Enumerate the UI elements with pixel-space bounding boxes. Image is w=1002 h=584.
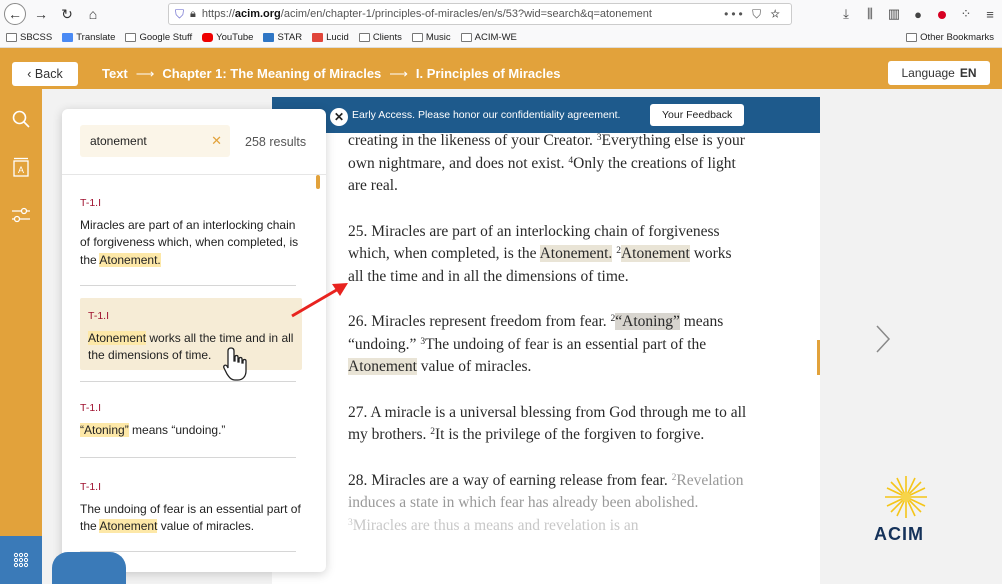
acim-logo: ACIM	[872, 474, 942, 549]
search-result-active[interactable]: T-1.I Atonement works all the time and i…	[80, 298, 302, 370]
browser-home-icon[interactable]: ⌂	[82, 3, 104, 25]
divider	[62, 174, 326, 175]
highlight-atonement[interactable]: Atonement.	[539, 245, 613, 262]
star-icon	[263, 33, 275, 42]
logo-text: ACIM	[874, 524, 924, 544]
library-icon[interactable]: ⫼	[858, 6, 882, 22]
paragraph-28: 28. Miracles are a way of earning releas…	[348, 471, 744, 534]
breadcrumb-text[interactable]: Text	[102, 66, 128, 81]
breadcrumb-section[interactable]: I. Principles of Miracles	[416, 66, 561, 81]
chevron-left-icon: ‹	[27, 66, 35, 81]
results-scrollbar[interactable]	[316, 175, 320, 189]
browser-forward-icon[interactable]: →	[30, 3, 52, 25]
page-actions-icon[interactable]: ••• ⛉ ☆	[724, 7, 783, 22]
divider	[80, 285, 296, 286]
downloads-icon[interactable]: ⤓	[834, 6, 858, 22]
reading-text: creating in the likeness of your Creator…	[348, 130, 748, 560]
feedback-button[interactable]: Your Feedback	[650, 104, 745, 126]
breadcrumb-chapter[interactable]: Chapter 1: The Meaning of Miracles	[162, 66, 381, 81]
lock-icon[interactable]: 🔒︎	[190, 8, 196, 21]
bookmarks-bar: SBCSS Translate Google Stuff YouTube STA…	[0, 28, 1002, 48]
bookmark-star[interactable]: STAR	[263, 32, 302, 43]
bookmark-music[interactable]: Music	[411, 32, 451, 43]
bookmark-translate[interactable]: Translate	[62, 32, 115, 43]
paragraph-25: 25. Miracles are part of an interlocking…	[348, 222, 732, 285]
arrow-right-icon: ⟶	[389, 65, 408, 81]
search-panel: atonement ✕ 258 results T-1.I Miracles a…	[62, 109, 326, 572]
paragraph-26: 26. Miracles represent freedom from fear…	[348, 313, 724, 375]
back-button[interactable]: ‹ Back	[12, 61, 78, 86]
folder-icon	[358, 33, 370, 42]
reading-scroll-indicator[interactable]	[817, 340, 820, 375]
url-bar[interactable]: ⛉ 🔒︎ https://acim.org/acim/en/chapter-1/…	[168, 3, 792, 25]
annotation-arrow-icon	[291, 283, 348, 318]
browser-toolbar: ← → ↻ ⌂ ⛉ 🔒︎ https://acim.org/acim/en/ch…	[0, 0, 1002, 28]
left-rail: A	[0, 89, 42, 584]
bookmark-sbcss[interactable]: SBCSS	[6, 32, 52, 43]
results-count: 258 results	[245, 135, 307, 149]
folder-icon	[460, 33, 472, 42]
clear-search-icon[interactable]: ✕	[211, 133, 222, 149]
search-result[interactable]: T-1.I “Atoning” means “undoing.”	[80, 400, 302, 439]
url-text: https://acim.org/acim/en/chapter-1/princ…	[201, 8, 652, 20]
divider	[80, 381, 296, 382]
folder-icon	[6, 33, 17, 42]
language-button[interactable]: Language EN	[888, 61, 990, 85]
youtube-icon	[202, 33, 214, 42]
sidebar-icon[interactable]: ▥	[882, 6, 906, 22]
search-result[interactable]: T-1.I The undoing of fear is an essentia…	[80, 479, 302, 536]
bookmark-lucid[interactable]: Lucid	[312, 32, 349, 43]
highlight-atonement[interactable]: Atonement	[348, 358, 417, 375]
arrow-right-icon: ⟶	[135, 65, 155, 81]
font-size-icon[interactable]: A	[9, 155, 33, 179]
app-header: ‹ Back Text ⟶ Chapter 1: The Meaning of Mi…	[0, 58, 1002, 89]
banner-message: Early Access. Please honor our confident…	[352, 109, 621, 121]
bookmark-other[interactable]: Other Bookmarks	[906, 32, 994, 43]
search-icon[interactable]	[9, 107, 33, 131]
folder-icon	[906, 33, 918, 42]
browser-back-icon[interactable]: ←	[4, 3, 26, 25]
toolbar-right: ⤓ ⫼ ▥ ● ⁘ ≡	[834, 0, 1002, 28]
bookmark-acim-we[interactable]: ACIM-WE	[460, 32, 517, 43]
menu-icon[interactable]: ≡	[978, 7, 1002, 22]
notification-extension-icon[interactable]	[930, 7, 954, 22]
folder-icon	[411, 33, 423, 42]
search-result[interactable]: T-1.I Miracles are part of an interlocki…	[80, 195, 302, 269]
settings-sliders-icon[interactable]	[9, 203, 33, 227]
svg-text:A: A	[18, 165, 24, 175]
hand-cursor-icon	[223, 347, 247, 381]
tracking-shield-icon[interactable]: ⛉	[175, 7, 184, 22]
folder-icon	[125, 33, 137, 42]
browser-reload-icon[interactable]: ↻	[56, 3, 78, 25]
paragraph-27: 27. A miracle is a universal blessing fr…	[348, 403, 747, 444]
close-icon[interactable]: ✕	[330, 108, 348, 126]
next-page-icon[interactable]	[872, 322, 894, 356]
paragraph-24-end: creating in the likeness of your Creator…	[348, 132, 745, 194]
apps-grid-icon[interactable]	[0, 536, 42, 584]
lucid-icon	[312, 33, 324, 42]
bookmark-youtube[interactable]: YouTube	[202, 32, 253, 43]
highlight-atonement[interactable]: Atonement	[620, 245, 690, 262]
translate-icon	[62, 33, 74, 42]
search-input[interactable]: atonement ✕	[80, 125, 230, 157]
puzzle-extension-icon[interactable]: ⁘	[954, 6, 978, 22]
bookmark-google-stuff[interactable]: Google Stuff	[125, 32, 192, 43]
bottom-action-button[interactable]	[52, 552, 126, 584]
extension-icon[interactable]: ●	[906, 7, 930, 22]
early-access-banner: ✕ Early Access. Please honor our confide…	[272, 97, 820, 133]
bookmark-clients[interactable]: Clients	[358, 32, 402, 43]
divider	[80, 457, 296, 458]
sun-logo-icon	[885, 476, 927, 518]
breadcrumb: Text ⟶ Chapter 1: The Meaning of Miracles ⟶…	[102, 66, 560, 82]
header-top-band	[0, 48, 1002, 58]
highlight-atoning[interactable]: “Atoning”	[615, 313, 680, 330]
